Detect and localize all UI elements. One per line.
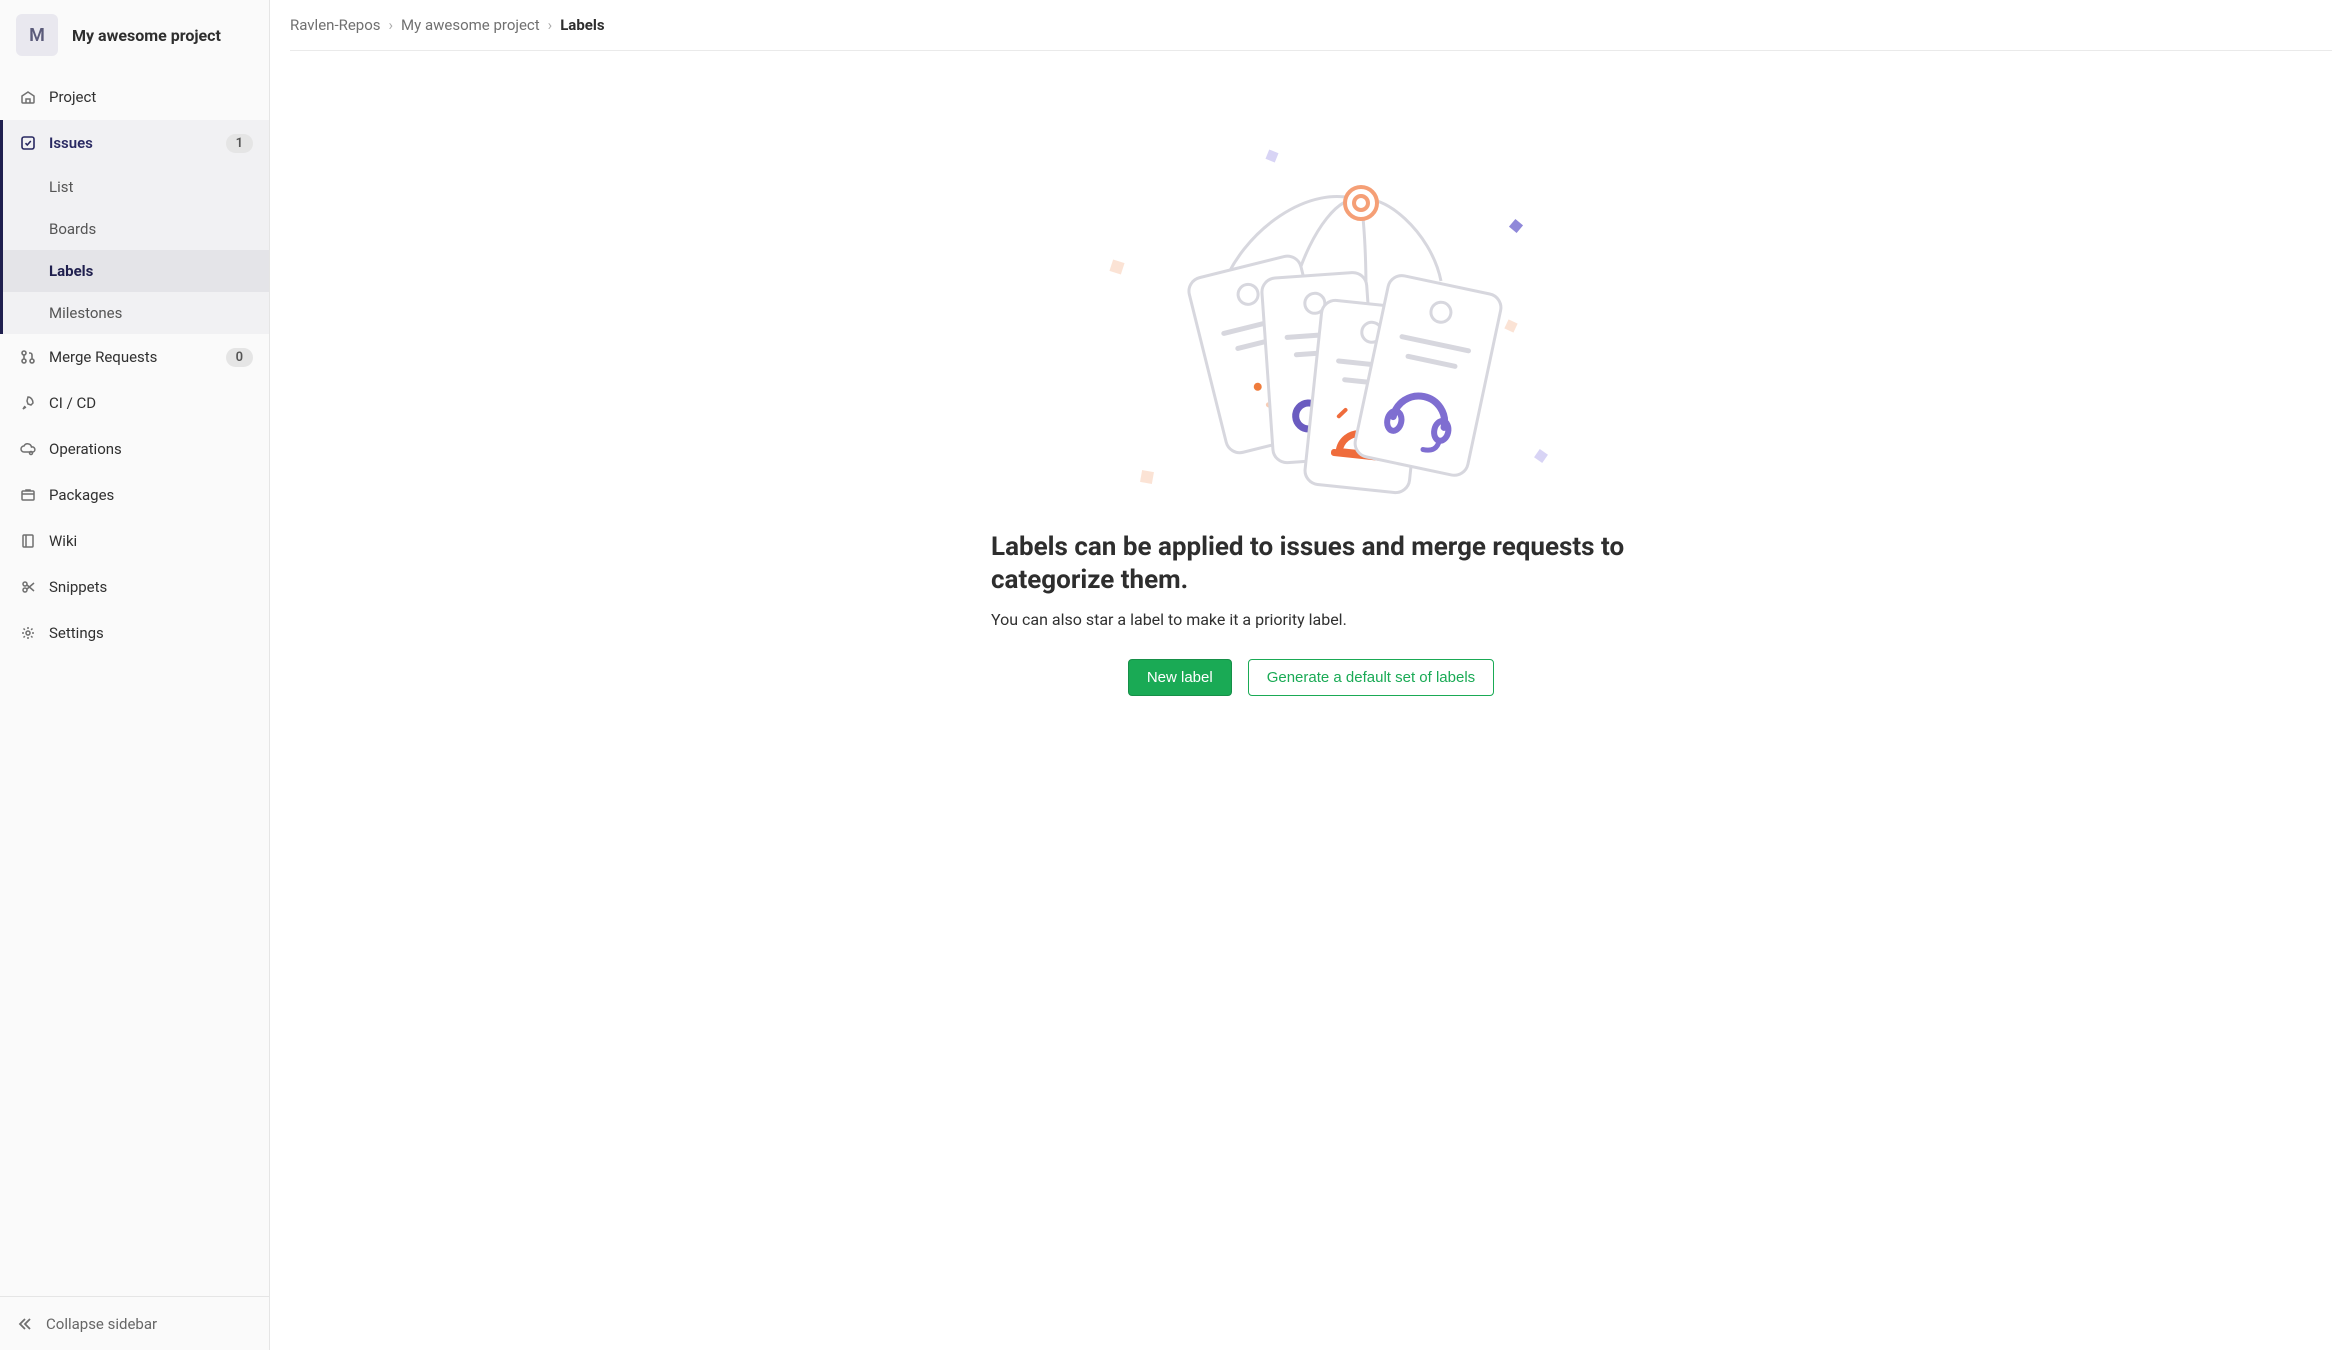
- sidebar-sub-item-list[interactable]: List: [3, 166, 269, 208]
- sidebar-item-label: Wiki: [49, 532, 77, 550]
- badge-issues-count: 1: [226, 134, 253, 153]
- sidebar-sub-label: Milestones: [49, 304, 122, 322]
- sidebar-item-label: Packages: [49, 486, 114, 504]
- labels-illustration: [991, 121, 1631, 491]
- breadcrumb-item-group[interactable]: Ravlen-Repos: [290, 16, 381, 34]
- collapse-sidebar-label: Collapse sidebar: [46, 1315, 157, 1333]
- chevron-right-icon: ›: [548, 16, 553, 34]
- sidebar-item-issues[interactable]: Issues 1: [0, 120, 269, 166]
- sidebar-sub-item-boards[interactable]: Boards: [3, 208, 269, 250]
- sidebar-header: M My awesome project: [0, 0, 269, 74]
- sidebar-item-label: Issues: [49, 134, 93, 152]
- chevron-right-icon: ›: [389, 16, 394, 34]
- collapse-sidebar-button[interactable]: Collapse sidebar: [0, 1296, 269, 1350]
- main-content: Ravlen-Repos › My awesome project › Labe…: [270, 0, 2352, 1350]
- sidebar-item-wiki[interactable]: Wiki: [0, 518, 269, 564]
- generate-default-labels-button[interactable]: Generate a default set of labels: [1248, 659, 1494, 696]
- chevron-double-left-icon: [16, 1315, 34, 1333]
- badge-mr-count: 0: [226, 348, 253, 367]
- new-label-button[interactable]: New label: [1128, 659, 1232, 696]
- empty-state-title: Labels can be applied to issues and merg…: [991, 531, 1631, 596]
- sidebar-item-label: Merge Requests: [49, 348, 157, 366]
- merge-request-icon: [19, 348, 37, 366]
- empty-state-subtitle: You can also star a label to make it a p…: [991, 610, 1631, 629]
- scissors-icon: [19, 578, 37, 596]
- sidebar-sub-label: List: [49, 178, 73, 196]
- sidebar-nav: Project Issues 1 List Boards Labels Mile…: [0, 74, 269, 1296]
- empty-state-actions: New label Generate a default set of labe…: [991, 659, 1631, 696]
- empty-state: Labels can be applied to issues and merg…: [991, 121, 1631, 696]
- gear-icon: [19, 624, 37, 642]
- project-avatar: M: [16, 14, 58, 56]
- sidebar-sub-item-labels[interactable]: Labels: [3, 250, 269, 292]
- sidebar-item-snippets[interactable]: Snippets: [0, 564, 269, 610]
- sidebar-item-label: Snippets: [49, 578, 107, 596]
- sidebar-item-label: CI / CD: [49, 394, 96, 412]
- sidebar-item-cicd[interactable]: CI / CD: [0, 380, 269, 426]
- sidebar-sub-label: Boards: [49, 220, 96, 238]
- sidebar-sub-item-milestones[interactable]: Milestones: [3, 292, 269, 334]
- sidebar-item-merge-requests[interactable]: Merge Requests 0: [0, 334, 269, 380]
- sidebar-sub-label: Labels: [49, 262, 93, 280]
- home-icon: [19, 88, 37, 106]
- sidebar-item-label: Project: [49, 88, 96, 106]
- project-title[interactable]: My awesome project: [72, 26, 221, 45]
- cloud-gear-icon: [19, 440, 37, 458]
- sidebar-item-label: Settings: [49, 624, 104, 642]
- sidebar-item-project[interactable]: Project: [0, 74, 269, 120]
- issues-icon: [19, 134, 37, 152]
- package-icon: [19, 486, 37, 504]
- rocket-icon: [19, 394, 37, 412]
- book-icon: [19, 532, 37, 550]
- sidebar-item-settings[interactable]: Settings: [0, 610, 269, 656]
- sidebar-item-packages[interactable]: Packages: [0, 472, 269, 518]
- sidebar-item-label: Operations: [49, 440, 122, 458]
- breadcrumb: Ravlen-Repos › My awesome project › Labe…: [290, 16, 2332, 51]
- breadcrumb-item-project[interactable]: My awesome project: [401, 16, 540, 34]
- sidebar-item-operations[interactable]: Operations: [0, 426, 269, 472]
- breadcrumb-item-current: Labels: [560, 16, 604, 34]
- sidebar-sub-group-issues: List Boards Labels Milestones: [0, 166, 269, 334]
- sidebar: M My awesome project Project Issues 1 Li…: [0, 0, 270, 1350]
